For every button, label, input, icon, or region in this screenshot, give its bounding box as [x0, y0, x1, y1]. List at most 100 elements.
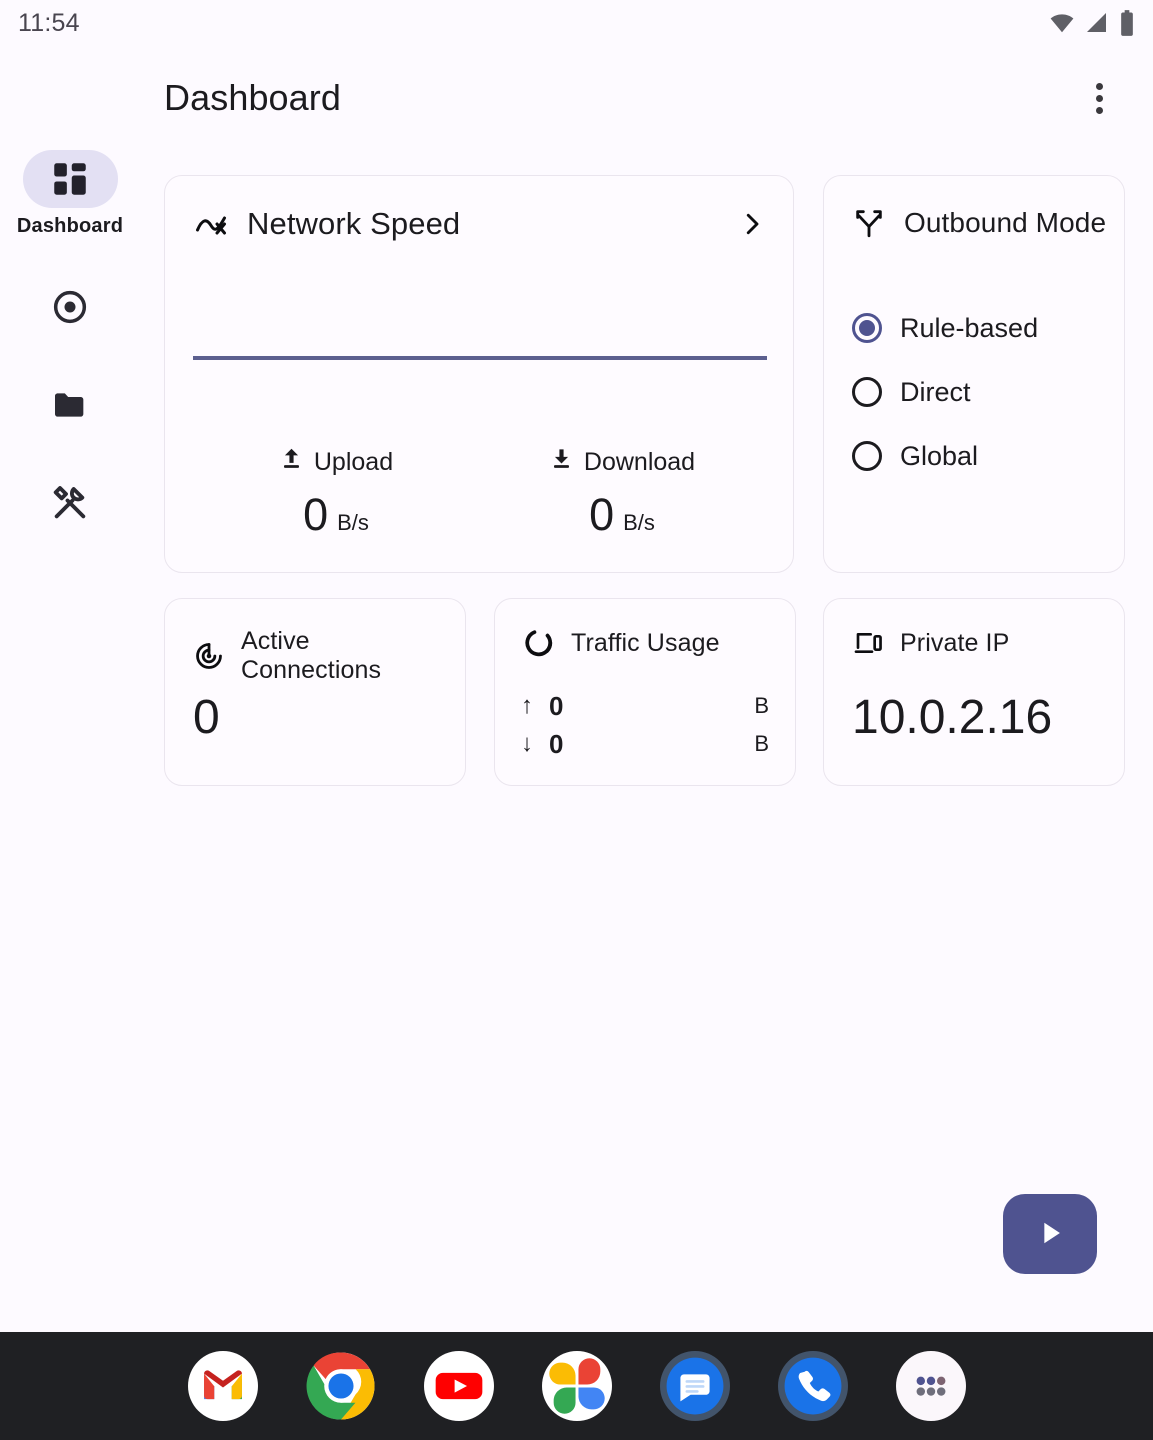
navigation-rail: Dashboard: [0, 150, 140, 572]
radio-label: Direct: [900, 376, 971, 407]
folder-icon: [50, 385, 90, 425]
traffic-download-value: 0: [549, 728, 564, 759]
download-label: Download: [583, 447, 696, 476]
radio-global[interactable]: Global: [852, 424, 1106, 488]
status-icon-group: [1049, 9, 1135, 37]
status-time: 11:54: [18, 8, 80, 37]
nav-pill-files: [23, 376, 118, 434]
route-split-icon: [852, 206, 886, 240]
radio-label: Rule-based: [900, 312, 1039, 343]
sidebar-item-proxies[interactable]: [0, 278, 140, 336]
radio-label: Global: [900, 440, 979, 471]
radar-track-icon: [193, 640, 225, 672]
dock-app-youtube[interactable]: [423, 1351, 494, 1421]
network-speed-title: Network Speed: [247, 206, 461, 241]
gmail-icon: [187, 1351, 258, 1421]
traffic-upload-row: ↑ 0 B: [521, 687, 769, 725]
radio-icon: [852, 377, 882, 407]
nav-pill-proxies: [23, 278, 118, 336]
active-connections-card[interactable]: Active Connections 0: [164, 598, 466, 786]
app-dock: [0, 1332, 1153, 1440]
download-unit: B/s: [623, 510, 655, 535]
app-drawer-icon: [895, 1351, 966, 1421]
download-stat: Download 0 B/s: [479, 446, 765, 537]
private-ip-card[interactable]: Private IP 10.0.2.16: [823, 598, 1125, 786]
traffic-usage-header: Traffic Usage: [523, 627, 781, 659]
radio-icon: [852, 313, 882, 343]
download-label-row: Download: [549, 446, 695, 478]
download-value-row: 0 B/s: [589, 492, 655, 537]
app-bar: Dashboard: [0, 56, 1153, 140]
traffic-usage-rows: ↑ 0 B ↓ 0 B: [521, 687, 769, 763]
chrome-icon: [306, 1351, 376, 1421]
dock-app-photos[interactable]: [541, 1351, 612, 1421]
dock-app-gmail[interactable]: [187, 1351, 258, 1421]
play-icon: [1033, 1216, 1067, 1253]
upload-arrow-icon: [279, 446, 304, 478]
outbound-mode-options: Rule-based Direct Global: [852, 296, 1106, 488]
download-value: 0: [589, 489, 615, 540]
dock-app-phone[interactable]: [777, 1351, 848, 1421]
upload-stat: Upload 0 B/s: [193, 446, 479, 537]
network-speed-chart: [193, 276, 767, 361]
sidebar-item-dashboard[interactable]: Dashboard: [0, 150, 140, 238]
network-speed-card[interactable]: Network Speed Upload 0 B/s Download 0 B/…: [164, 175, 794, 573]
activity-line-icon: [193, 206, 229, 242]
target-icon: [50, 287, 90, 327]
radio-dot: [859, 448, 875, 464]
traffic-download-unit: B: [754, 731, 769, 756]
down-arrow-icon: ↓: [521, 730, 533, 757]
sidebar-item-tools[interactable]: [0, 474, 140, 532]
devices-icon: [852, 627, 884, 659]
radio-dot: [859, 320, 875, 336]
donut-ring-icon: [523, 627, 555, 659]
dot: [1095, 106, 1103, 114]
phone-screen: 11:54 Dashboard Dashboard Network Speed …: [0, 0, 1153, 1440]
private-ip-title: Private IP: [900, 628, 1010, 657]
download-arrow-icon: [549, 446, 574, 478]
network-speed-header: Network Speed: [193, 206, 767, 242]
tools-icon: [50, 483, 90, 523]
upload-value-row: 0 B/s: [303, 492, 369, 537]
outbound-mode-title: Outbound Mode: [904, 207, 1107, 238]
traffic-upload-value: 0: [549, 690, 564, 721]
messages-icon: [659, 1351, 730, 1421]
upload-unit: B/s: [337, 510, 369, 535]
start-fab-button[interactable]: [1003, 1194, 1097, 1274]
sidebar-item-label: Dashboard: [16, 215, 124, 237]
battery-icon: [1119, 9, 1135, 37]
dashboard-grid-icon: [49, 158, 91, 200]
status-bar: 11:54: [0, 0, 1153, 46]
dock-app-drawer[interactable]: [895, 1351, 966, 1421]
overflow-menu-button[interactable]: [1075, 74, 1123, 122]
traffic-usage-card[interactable]: Traffic Usage ↑ 0 B ↓ 0 B: [494, 598, 796, 786]
active-connections-title: Active Connections: [241, 627, 382, 684]
nav-pill-tools: [23, 474, 118, 532]
radio-rule-based[interactable]: Rule-based: [852, 296, 1106, 360]
private-ip-header: Private IP: [852, 627, 1110, 659]
outbound-mode-card: Outbound Mode Rule-based Direct Global: [823, 175, 1125, 573]
dock-app-chrome[interactable]: [306, 1351, 376, 1421]
upload-label-row: Upload: [279, 446, 393, 478]
traffic-download-row: ↓ 0 B: [521, 725, 769, 763]
dot: [1095, 82, 1103, 90]
wifi-icon: [1049, 10, 1075, 36]
traffic-usage-title: Traffic Usage: [571, 628, 720, 657]
dock-app-messages[interactable]: [659, 1351, 730, 1421]
dot: [1095, 94, 1103, 102]
page-title: Dashboard: [164, 77, 342, 118]
private-ip-value: 10.0.2.16: [852, 691, 1053, 744]
chevron-right-icon[interactable]: [737, 209, 767, 239]
active-connections-value: 0: [193, 691, 220, 744]
sidebar-item-files[interactable]: [0, 376, 140, 434]
traffic-upload-unit: B: [754, 693, 769, 718]
phone-icon: [777, 1351, 848, 1421]
radio-direct[interactable]: Direct: [852, 360, 1106, 424]
upload-label: Upload: [313, 447, 394, 476]
radio-icon: [852, 441, 882, 471]
outbound-mode-header: Outbound Mode: [852, 206, 1106, 240]
google-photos-icon: [541, 1351, 612, 1421]
cell-signal-icon: [1085, 11, 1109, 35]
upload-value: 0: [303, 489, 329, 540]
nav-pill-dashboard: [22, 150, 118, 208]
